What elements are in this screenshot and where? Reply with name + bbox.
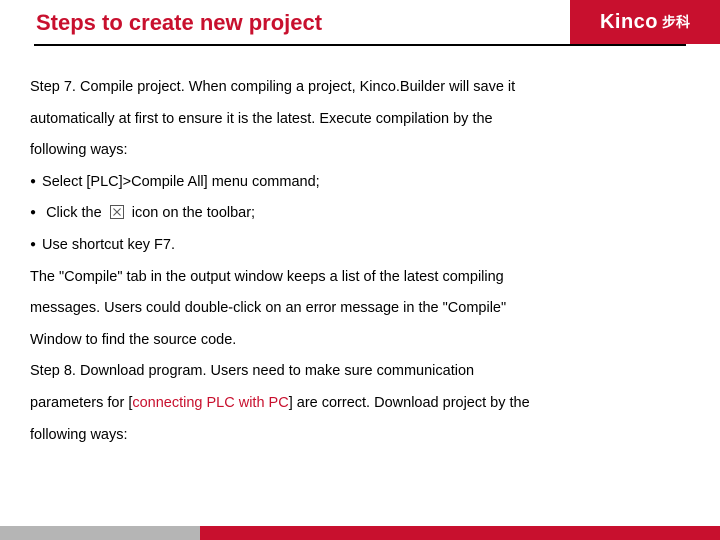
para-line: following ways:	[30, 135, 690, 167]
brand-logo: Kinco 步科	[570, 0, 720, 44]
para-line: Step 7. Compile project. When compiling …	[30, 72, 690, 104]
para-line: Window to find the source code.	[30, 325, 690, 357]
header-underline	[34, 44, 686, 46]
logo-text: Kinco	[600, 11, 658, 34]
text-fragment: parameters for [	[30, 395, 132, 411]
link-connecting-plc: connecting PLC with PC	[132, 395, 288, 411]
page-title: Steps to create new project	[36, 10, 322, 36]
bullet-item: Select [PLC]>Compile All] menu command;	[30, 167, 690, 199]
bullet-item: Use shortcut key F7.	[30, 230, 690, 262]
compile-icon	[110, 205, 124, 219]
para-line: automatically at first to ensure it is t…	[30, 104, 690, 136]
bullet-text: icon on the toolbar;	[132, 205, 255, 221]
logo-cn-text: 步科	[662, 12, 690, 32]
footer-gray-bar	[0, 526, 200, 540]
text-fragment: ] are correct. Download project by the	[289, 395, 530, 411]
slide-header: Steps to create new project Kinco 步科	[0, 0, 720, 56]
para-line: following ways:	[30, 420, 690, 452]
para-line: messages. Users could double-click on an…	[30, 293, 690, 325]
bullet-item: Click the icon on the toolbar;	[30, 198, 690, 230]
para-line: The "Compile" tab in the output window k…	[30, 262, 690, 294]
para-line: parameters for [connecting PLC with PC] …	[30, 388, 690, 420]
para-line: Step 8. Download program. Users need to …	[30, 356, 690, 388]
bullet-text: Click the	[46, 205, 102, 221]
body-content: Step 7. Compile project. When compiling …	[30, 72, 690, 451]
